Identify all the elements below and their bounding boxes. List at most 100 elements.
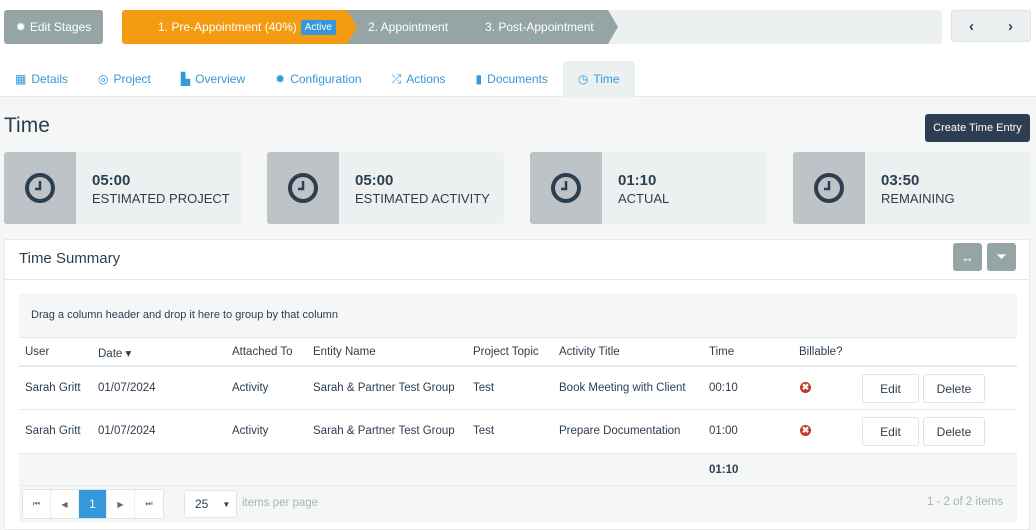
- divider: [5, 279, 1029, 280]
- stage-1[interactable]: 1. Pre-Appointment (40%) Active: [122, 10, 357, 44]
- items-per-page-label: items per page: [242, 497, 319, 509]
- page-size-value: 25: [195, 497, 209, 511]
- stat-label: ESTIMATED ACTIVITY: [355, 191, 490, 206]
- page-title: Time: [4, 114, 50, 137]
- column-header-activity-title[interactable]: Activity Title: [559, 346, 620, 358]
- dashboard-icon: ◎: [98, 72, 109, 86]
- clock-icon: [267, 152, 339, 224]
- edit-stages-button[interactable]: ✹ Edit Stages: [4, 10, 103, 44]
- stage-progress: 3. Post-Appointment 2. Appointment 1. Pr…: [122, 10, 942, 44]
- tab-label: Details: [31, 72, 69, 86]
- pager: ⏮ ◀ 1 ▶ ⏭: [22, 489, 164, 519]
- delete-button[interactable]: Delete: [923, 374, 985, 403]
- tab-details[interactable]: ▦ Details: [0, 61, 83, 97]
- tab-documents[interactable]: ▮ Documents: [461, 61, 563, 97]
- gear-icon: ✹: [15, 20, 26, 34]
- shuffle-icon: ⤮: [391, 71, 402, 86]
- document-icon: ▮: [475, 72, 483, 86]
- expand-icon[interactable]: ↔: [953, 243, 982, 271]
- tab-label: Time: [593, 72, 620, 86]
- not-billable-icon: ✖: [800, 425, 811, 436]
- next-page-icon[interactable]: ▶: [107, 490, 135, 518]
- stage-label: 1. Pre-Appointment (40%): [158, 20, 297, 34]
- column-header-attached-to[interactable]: Attached To: [232, 346, 293, 358]
- stat-value: 01:10: [618, 172, 657, 189]
- panel-title: Time Summary: [19, 250, 121, 267]
- stage-3[interactable]: 3. Post-Appointment: [463, 10, 618, 44]
- clock-icon: [530, 152, 602, 224]
- stat-label: ACTUAL: [618, 191, 670, 206]
- column-header-project-topic[interactable]: Project Topic: [473, 346, 539, 358]
- prev-page-icon[interactable]: ◀: [51, 490, 79, 518]
- cell-entity-name: Sarah & Partner Test Group: [313, 382, 455, 394]
- cell-project-topic: Test: [473, 382, 495, 394]
- column-header-entity-name[interactable]: Entity Name: [313, 346, 376, 358]
- cell-date: 01/07/2024: [98, 425, 156, 437]
- pager-info: 1 - 2 of 2 items: [926, 496, 1003, 508]
- table-header: User Date ▾ Attached To Entity Name Proj…: [19, 337, 1017, 365]
- stat-card-actual: 01:10 ACTUAL: [530, 152, 767, 224]
- stat-label: ESTIMATED PROJECT: [92, 191, 230, 206]
- create-time-entry-button[interactable]: Create Time Entry: [925, 114, 1030, 142]
- stat-card-remaining: 03:50 REMAINING: [793, 152, 1030, 224]
- not-billable-icon: ✖: [800, 382, 811, 393]
- tab-time[interactable]: ◷ Time: [562, 61, 635, 97]
- delete-button[interactable]: Delete: [923, 417, 985, 446]
- stat-value: 05:00: [355, 172, 394, 189]
- tab-label: Project: [113, 72, 151, 86]
- cell-date: 01/07/2024: [98, 382, 156, 394]
- stat-card-estimated-project: 05:00 ESTIMATED PROJECT: [4, 152, 241, 224]
- chevron-right-icon[interactable]: ›: [1008, 18, 1013, 35]
- first-page-icon[interactable]: ⏮: [23, 490, 51, 518]
- last-page-icon[interactable]: ⏭: [135, 490, 163, 518]
- table-footer: 01:10: [19, 453, 1017, 486]
- clock-icon: [793, 152, 865, 224]
- tab-overview[interactable]: ▙ Overview: [166, 61, 260, 97]
- stat-label: REMAINING: [881, 191, 955, 206]
- tab-label: Actions: [406, 72, 446, 86]
- cell-attached-to: Activity: [232, 382, 269, 394]
- tab-bar: ▦ Details ◎ Project ▙ Overview ✹ Configurati…: [0, 61, 635, 97]
- table-row: Sarah Gritt 01/07/2024 Activity Sarah & …: [19, 409, 1017, 453]
- tab-actions[interactable]: ⤮ Actions: [377, 61, 461, 97]
- stat-value: 05:00: [92, 172, 131, 189]
- tab-project[interactable]: ◎ Project: [83, 61, 166, 97]
- edit-stages-label: Edit Stages: [29, 20, 92, 34]
- column-header-billable[interactable]: Billable?: [799, 346, 842, 358]
- tab-label: Overview: [195, 72, 246, 86]
- top-bar: ✹ Edit Stages 3. Post-Appointment 2. Appo…: [0, 0, 1036, 97]
- tab-label: Documents: [487, 72, 548, 86]
- stage-2[interactable]: 2. Appointment: [346, 10, 477, 44]
- clock-icon: ◷: [577, 72, 589, 86]
- cell-time: 01:00: [709, 425, 738, 437]
- column-header-user[interactable]: User: [25, 346, 49, 358]
- cell-time: 00:10: [709, 382, 738, 394]
- chart-icon: ▙: [180, 72, 191, 86]
- page-1-button[interactable]: 1: [79, 490, 107, 518]
- tab-label: Configuration: [290, 72, 362, 86]
- group-drop-zone[interactable]: Drag a column header and drop it here to…: [31, 309, 338, 321]
- caret-down-icon: ▼: [222, 499, 231, 509]
- cell-activity-title: Book Meeting with Client: [559, 382, 686, 394]
- gear-icon: ✹: [275, 72, 286, 86]
- edit-button[interactable]: Edit: [862, 417, 919, 446]
- stage-label: 3. Post-Appointment: [485, 20, 594, 34]
- column-header-time[interactable]: Time: [709, 346, 734, 358]
- cell-activity-title: Prepare Documentation: [559, 425, 681, 437]
- stage-label: 2. Appointment: [368, 20, 449, 34]
- cell-user: Sarah Gritt: [25, 425, 81, 437]
- active-badge: Active: [301, 20, 336, 35]
- stage-nav: ‹ ›: [951, 10, 1031, 42]
- stat-card-estimated-activity: 05:00 ESTIMATED ACTIVITY: [267, 152, 504, 224]
- cell-entity-name: Sarah & Partner Test Group: [313, 425, 455, 437]
- edit-button[interactable]: Edit: [862, 374, 919, 403]
- column-header-date[interactable]: Date ▾: [98, 346, 131, 360]
- filter-icon[interactable]: ⏷: [987, 243, 1016, 271]
- cell-project-topic: Test: [473, 425, 495, 437]
- page-size-select[interactable]: 25 ▼: [184, 490, 237, 518]
- chevron-left-icon[interactable]: ‹: [969, 18, 974, 35]
- total-time: 01:10: [709, 464, 739, 476]
- time-summary-panel: Time Summary ↔ ⏷ Drag a column header an…: [4, 239, 1030, 530]
- tab-configuration[interactable]: ✹ Configuration: [260, 61, 376, 97]
- clock-icon: [4, 152, 76, 224]
